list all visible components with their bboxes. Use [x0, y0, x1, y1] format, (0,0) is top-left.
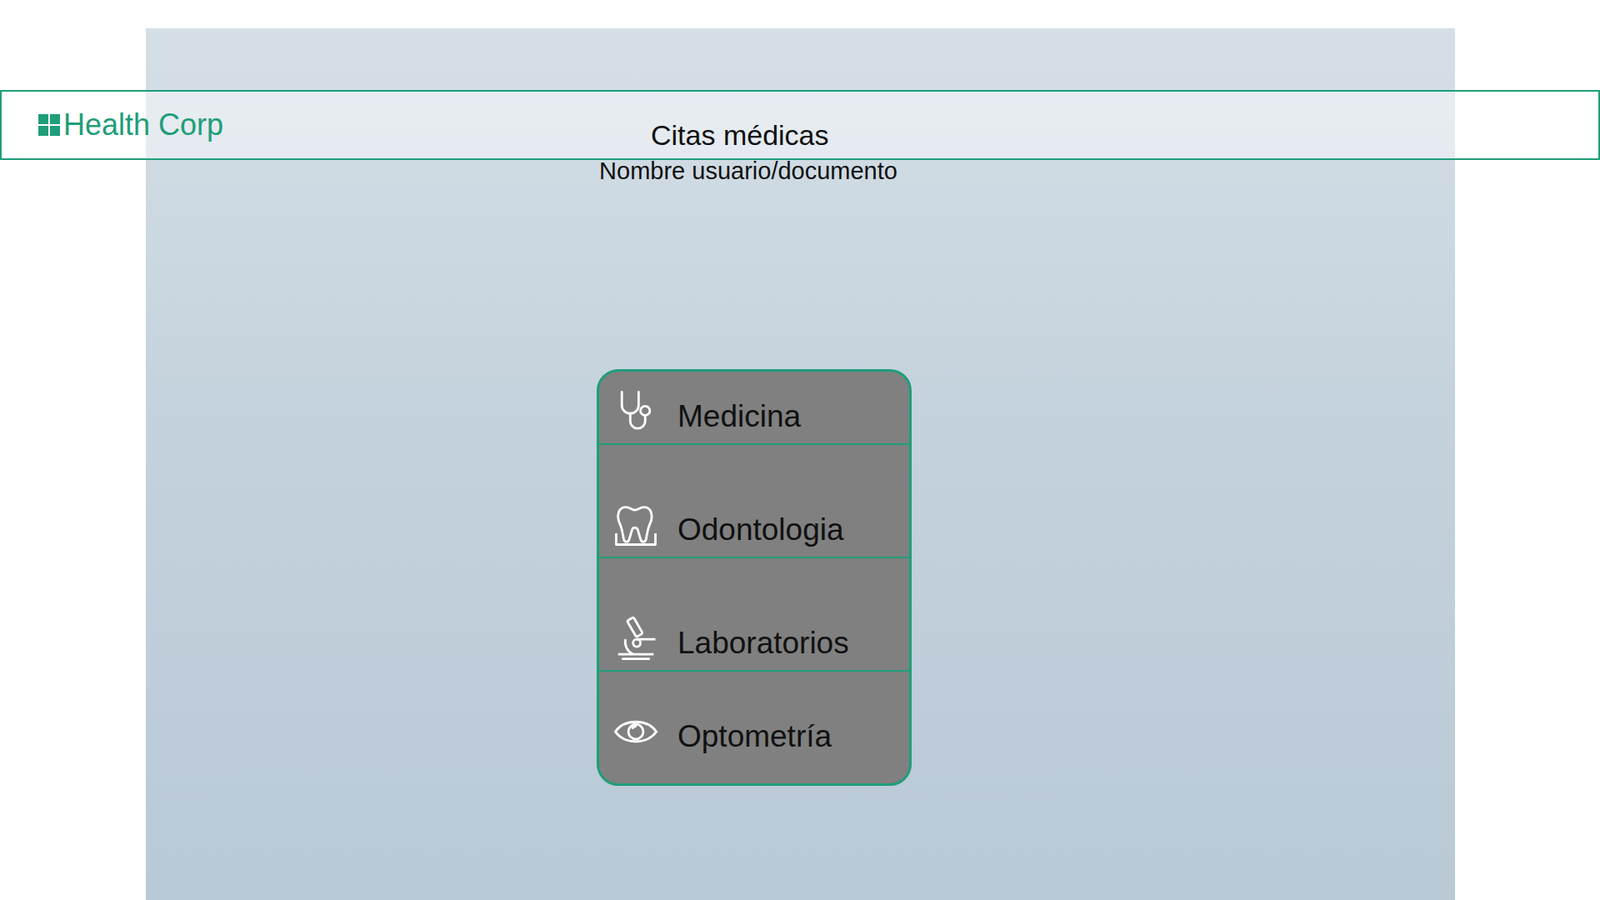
logo-text: Health Corp [63, 108, 224, 142]
grid-logo-icon [38, 114, 60, 136]
menu-item[interactable]: Optometría [599, 671, 910, 784]
services-menu: Medicina Odontologia Laboratorios Optometrí… [596, 369, 912, 786]
header-bar: Health Corp Citas médicas [0, 90, 1600, 160]
menu-item-label: Odontologia [677, 511, 845, 549]
tooth-icon [612, 501, 660, 549]
menu-item-label: Laboratorios [677, 625, 850, 662]
menu-item-label: Medicina [677, 398, 801, 435]
page: Health Corp Citas médicas Nombre usuario/d… [0, 0, 1600, 900]
menu-item[interactable]: Odontologia [599, 445, 910, 559]
eye-icon [612, 708, 660, 755]
page-title: Citas médicas [650, 91, 830, 151]
menu-item[interactable]: Laboratorios [599, 558, 910, 672]
logo[interactable]: Health Corp [38, 91, 651, 142]
microscope-icon [612, 615, 660, 662]
menu-item[interactable]: Medicina [599, 371, 910, 445]
menu-item-label: Optometría [677, 718, 832, 755]
user-name: Nombre usuario/documento [533, 157, 964, 185]
stethoscope-icon [612, 388, 660, 435]
